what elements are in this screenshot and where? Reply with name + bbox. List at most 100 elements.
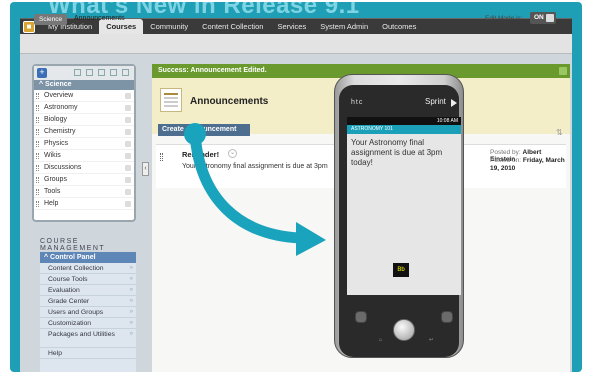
refresh-icon[interactable]: [110, 69, 117, 76]
phone-back-key-icon[interactable]: ↩: [429, 337, 433, 343]
menu-item-biology[interactable]: Biology: [34, 114, 134, 126]
chevron-right-icon: »: [129, 265, 133, 271]
menu-item-label: Help: [44, 200, 59, 207]
cp-item-label: Content Collection: [48, 265, 104, 272]
cp-item-customization[interactable]: Customization »: [40, 318, 136, 329]
item-options-icon[interactable]: [125, 117, 131, 123]
edit-mode-toggle[interactable]: ON: [530, 12, 556, 24]
menu-item-astronomy[interactable]: Astronomy: [34, 102, 134, 114]
item-options-icon[interactable]: [125, 153, 131, 159]
breadcrumb-page: Announcements: [74, 15, 125, 22]
course-menu-toolbar: +: [34, 66, 134, 80]
drag-handle-icon[interactable]: [36, 105, 39, 111]
control-panel: ^ Control Panel Content Collection » Cour…: [40, 252, 136, 372]
item-options-icon[interactable]: [125, 189, 131, 195]
posted-on-label: Posted on:: [490, 157, 522, 164]
item-options-icon[interactable]: [125, 141, 131, 147]
phone-menu-key-icon[interactable]: ⌂: [379, 337, 382, 343]
cp-item-help[interactable]: Help: [40, 348, 136, 359]
drag-handle-icon[interactable]: [36, 117, 39, 123]
blackboard-mobile-logo-icon: Bb: [393, 263, 409, 277]
control-panel-title: Control Panel: [50, 254, 96, 261]
breadcrumb: [20, 34, 572, 54]
phone-home-key-icon[interactable]: [355, 311, 367, 323]
window-icon[interactable]: [98, 69, 105, 76]
chevron-right-icon: »: [129, 320, 133, 326]
add-menu-item-icon[interactable]: +: [37, 68, 47, 78]
sort-icon[interactable]: ⇅: [556, 128, 563, 137]
cp-item-label: Grade Center: [48, 298, 90, 305]
phone-mockup: htc Sprint 10:08 AM ASTRONOMY 101 Your A…: [334, 74, 464, 358]
course-menu: + ^ Science Overview Astronomy Biology C…: [32, 64, 136, 222]
success-message: Success: Announcement Edited.: [158, 67, 267, 74]
course-management-title: COURSE MANAGEMENT: [40, 238, 106, 252]
cp-item-grade-center[interactable]: Grade Center »: [40, 296, 136, 307]
tab-services[interactable]: Services: [270, 19, 313, 35]
posted-on: Posted on: Friday, March 19, 2010: [490, 157, 566, 173]
menu-item-label: Groups: [44, 176, 67, 183]
menu-item-overview[interactable]: Overview: [34, 90, 134, 102]
menu-item-label: Discussions: [44, 164, 82, 171]
drag-handle-icon[interactable]: [36, 165, 39, 171]
drag-handle-icon[interactable]: [36, 141, 39, 147]
tab-outcomes[interactable]: Outcomes: [375, 19, 423, 35]
menu-item-label: Tools: [44, 188, 61, 195]
phone-course-label: ASTRONOMY 101: [347, 125, 461, 134]
phone-search-key-icon[interactable]: [441, 311, 453, 323]
breadcrumb-course[interactable]: Science: [34, 14, 68, 25]
posted-by-label: Posted by:: [490, 149, 521, 156]
item-options-icon[interactable]: [125, 201, 131, 207]
menu-item-label: Overview: [44, 92, 74, 99]
phone-brand: htc: [351, 99, 364, 106]
sort-icon[interactable]: [122, 69, 129, 76]
phone-carrier: Sprint: [425, 97, 446, 106]
collapse-menu-icon[interactable]: ‹: [142, 162, 149, 176]
menu-item-label: Biology: [44, 116, 67, 123]
phone-trackball-icon[interactable]: [393, 319, 415, 341]
list-view-icon[interactable]: [86, 69, 93, 76]
page-title: Announcements: [190, 96, 269, 107]
item-options-icon[interactable]: [125, 105, 131, 111]
menu-item-groups[interactable]: Groups: [34, 174, 134, 186]
item-options-icon[interactable]: [125, 129, 131, 135]
chevron-down-icon[interactable]: ⌄: [228, 149, 237, 158]
menu-item-tools[interactable]: Tools: [34, 186, 134, 198]
chevron-right-icon: »: [129, 331, 133, 337]
menu-item-label: Physics: [44, 140, 69, 147]
menu-item-chemistry[interactable]: Chemistry: [34, 126, 134, 138]
cp-item-packages-and-utilities[interactable]: Packages and Utilities »: [40, 329, 136, 348]
create-announcement-button[interactable]: Create Announcement: [158, 124, 250, 136]
screenshot-frame: What's New in Release 9.1 ■ My Instituti…: [10, 2, 582, 372]
cp-item-evaluation[interactable]: Evaluation »: [40, 285, 136, 296]
drag-handle-icon[interactable]: [160, 153, 163, 161]
tab-community[interactable]: Community: [143, 19, 195, 35]
drag-handle-icon[interactable]: [36, 153, 39, 159]
left-column: + ^ Science Overview Astronomy Biology C…: [20, 54, 140, 372]
item-options-icon[interactable]: [125, 93, 131, 99]
cp-item-users-and-groups[interactable]: Users and Groups »: [40, 307, 136, 318]
menu-item-discussions[interactable]: Discussions: [34, 162, 134, 174]
item-options-icon[interactable]: [125, 165, 131, 171]
announcements-icon: [160, 88, 182, 112]
course-menu-title[interactable]: ^ Science: [34, 80, 134, 90]
drag-handle-icon[interactable]: [36, 201, 39, 207]
cp-item-content-collection[interactable]: Content Collection »: [40, 263, 136, 274]
menu-item-wikis[interactable]: Wikis: [34, 150, 134, 162]
tab-content-collection[interactable]: Content Collection: [195, 19, 270, 35]
drag-handle-icon[interactable]: [36, 189, 39, 195]
tab-system-admin[interactable]: System Admin: [313, 19, 375, 35]
menu-item-physics[interactable]: Physics: [34, 138, 134, 150]
close-icon[interactable]: [559, 67, 567, 75]
item-options-icon[interactable]: [125, 177, 131, 183]
drag-handle-icon[interactable]: [36, 93, 39, 99]
edit-mode-value: ON: [534, 14, 544, 21]
control-panel-header[interactable]: ^ Control Panel: [40, 252, 136, 263]
cp-item-label: Help: [48, 350, 62, 357]
folder-view-icon[interactable]: [74, 69, 81, 76]
cp-item-course-tools[interactable]: Course Tools »: [40, 274, 136, 285]
drag-handle-icon[interactable]: [36, 129, 39, 135]
menu-item-help[interactable]: Help: [34, 198, 134, 210]
course-menu-title-label: Science: [45, 81, 72, 88]
drag-handle-icon[interactable]: [36, 177, 39, 183]
cp-item-label: Course Tools: [48, 276, 88, 283]
